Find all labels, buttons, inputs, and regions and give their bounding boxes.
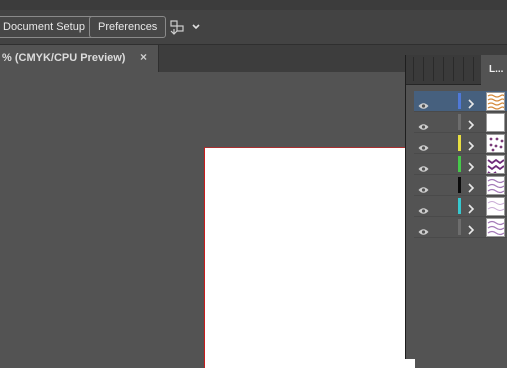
eye-icon[interactable] [418,223,429,235]
eye-icon[interactable] [418,97,429,109]
document-setup-button[interactable]: Document Setup [0,16,94,38]
close-icon[interactable]: × [140,50,147,64]
chevron-right-icon[interactable] [467,138,475,151]
layer-row[interactable] [414,91,507,112]
layers-tab[interactable]: L... [481,55,507,85]
preferences-button[interactable]: Preferences [89,16,167,38]
layer-thumbnail [486,134,505,153]
layer-row[interactable] [414,196,507,217]
chevron-right-icon[interactable] [467,222,475,235]
layer-color-bar [458,156,461,172]
arrange-documents-icon[interactable] [168,17,202,37]
layer-thumbnail [486,155,505,177]
layer-thumbnail [486,218,505,237]
grip-line [453,57,454,81]
layer-color-bar [458,135,461,151]
eye-icon[interactable] [418,202,429,214]
grip-line [473,57,474,81]
chevron-right-icon[interactable] [467,159,475,172]
eye-icon[interactable] [418,118,429,130]
layer-row[interactable] [414,217,507,238]
layers-tab-label: L... [489,64,504,75]
layer-row[interactable] [414,175,507,196]
layer-row[interactable] [414,154,507,177]
grip-line [433,57,434,81]
layer-thumbnail [486,197,505,216]
layer-row[interactable] [414,133,507,154]
layer-color-bar [458,219,461,235]
control-bar: Document Setup Preferences [0,10,507,45]
eye-icon[interactable] [418,139,429,151]
eye-icon[interactable] [418,160,429,172]
document-tab[interactable]: % (CMYK/CPU Preview) × [0,45,159,72]
layer-thumbnail [486,92,505,111]
layer-thumbnail [486,176,505,195]
chevron-right-icon[interactable] [467,117,475,130]
grip-line [413,57,414,81]
layer-row[interactable] [414,112,507,133]
layer-color-bar [458,198,461,214]
layers-panel: L... [405,55,507,359]
document-tab-title: % (CMYK/CPU Preview) [2,52,126,64]
chevron-right-icon[interactable] [467,180,475,193]
layer-color-bar [458,93,461,109]
layer-thumbnail [486,113,505,132]
panel-tab-strip: L... [406,55,507,85]
grip-line [463,57,464,81]
grip-line [443,57,444,81]
chevron-right-icon[interactable] [467,201,475,214]
chevron-right-icon[interactable] [467,96,475,109]
layer-color-bar [458,177,461,193]
artboard[interactable] [204,147,415,368]
layer-color-bar [458,114,461,130]
eye-icon[interactable] [418,181,429,193]
grip-line [423,57,424,81]
layers-list [406,85,507,359]
